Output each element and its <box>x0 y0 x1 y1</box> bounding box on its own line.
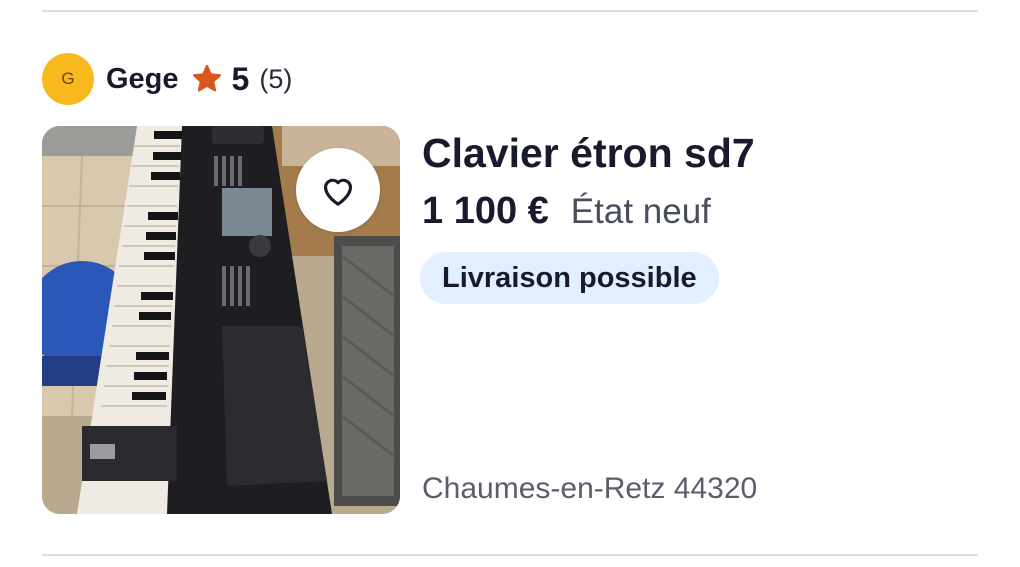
seller-review-count: (5) <box>259 63 293 94</box>
listing-price: 1 100 € <box>422 190 549 232</box>
heart-outline-icon <box>323 178 353 206</box>
favorite-button[interactable] <box>296 148 380 232</box>
listing-title[interactable]: Clavier étron sd7 <box>422 130 755 177</box>
listing-card-page: G Gege 5 (5) Clavier étron sd7 1 100 € É… <box>0 0 1020 567</box>
price-row: 1 100 € État neuf <box>422 190 711 233</box>
seller-rating: 5 <box>231 60 250 97</box>
listing-location: Chaumes-en-Retz 44320 <box>422 472 758 505</box>
seller-avatar[interactable]: G <box>42 53 94 105</box>
delivery-badge: Livraison possible <box>420 252 719 304</box>
seller-info[interactable]: G Gege 5 (5) <box>42 53 292 105</box>
star-icon <box>192 64 221 92</box>
bottom-divider <box>42 554 978 556</box>
seller-name[interactable]: Gege <box>106 63 179 96</box>
top-divider <box>42 10 978 12</box>
listing-condition: État neuf <box>570 192 711 231</box>
